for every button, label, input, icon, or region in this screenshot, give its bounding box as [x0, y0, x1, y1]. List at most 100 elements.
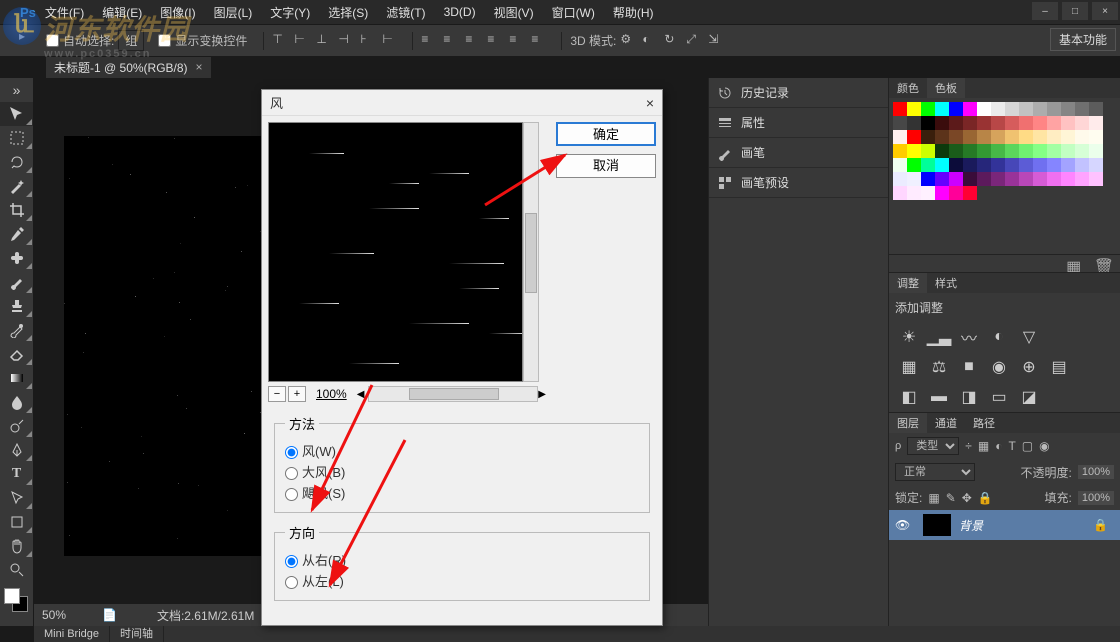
- 3d-icon-1[interactable]: ⚙: [620, 32, 638, 50]
- direction-left[interactable]: 从左(L): [285, 571, 639, 590]
- swatch-cell[interactable]: [935, 186, 949, 200]
- swatch-cell[interactable]: [977, 102, 991, 116]
- lock-move-icon[interactable]: ✥: [962, 491, 972, 505]
- align-vcenter-icon[interactable]: ⊢: [294, 32, 312, 50]
- adj-invert-icon[interactable]: ◧: [899, 388, 919, 406]
- swatch-cell[interactable]: [907, 116, 921, 130]
- hand-tool[interactable]: [0, 534, 33, 558]
- swatch-cell[interactable]: [935, 158, 949, 172]
- swatch-cell[interactable]: [893, 186, 907, 200]
- swatch-cell[interactable]: [1075, 144, 1089, 158]
- swatch-cell[interactable]: [1047, 158, 1061, 172]
- method-blast-radio[interactable]: [285, 467, 298, 480]
- method-wind[interactable]: 风(W): [285, 441, 639, 460]
- eraser-tool[interactable]: [0, 342, 33, 366]
- menu-filter[interactable]: 滤镜(T): [377, 4, 434, 21]
- align-bottom-icon[interactable]: ⊥: [316, 32, 334, 50]
- preview-vscroll[interactable]: [523, 122, 539, 382]
- swatch-cell[interactable]: [991, 172, 1005, 186]
- blend-mode-select[interactable]: 正常: [895, 463, 975, 481]
- preview-hscroll[interactable]: [368, 386, 538, 402]
- swatch-cell[interactable]: [1047, 172, 1061, 186]
- swatch-cell[interactable]: [1047, 116, 1061, 130]
- swatch-cell[interactable]: [1033, 172, 1047, 186]
- direction-right[interactable]: 从右(R): [285, 550, 639, 569]
- swatch-cell[interactable]: [963, 172, 977, 186]
- shape-tool[interactable]: [0, 510, 33, 534]
- swatch-cell[interactable]: [1061, 116, 1075, 130]
- panel-history[interactable]: 历史记录: [709, 78, 888, 108]
- swatch-cell[interactable]: [977, 172, 991, 186]
- swatch-cell[interactable]: [1075, 130, 1089, 144]
- filter-pixel-icon[interactable]: ▦: [978, 439, 989, 453]
- menu-3d[interactable]: 3D(D): [435, 5, 485, 19]
- swatch-cell[interactable]: [963, 130, 977, 144]
- swatch-cell[interactable]: [1033, 144, 1047, 158]
- filter-type-icon[interactable]: T: [1008, 439, 1015, 453]
- 3d-icon-3[interactable]: ↻: [664, 32, 682, 50]
- adj-hue-icon[interactable]: ▦: [899, 358, 919, 376]
- zoom-in-button[interactable]: +: [288, 386, 306, 402]
- adj-exposure-icon[interactable]: ◐: [989, 328, 1009, 346]
- filter-shape-icon[interactable]: ▢: [1022, 439, 1033, 453]
- swatch-cell[interactable]: [1089, 158, 1103, 172]
- swatch-cell[interactable]: [977, 158, 991, 172]
- window-close-button[interactable]: ×: [1092, 2, 1118, 20]
- swatch-cell[interactable]: [1089, 144, 1103, 158]
- swatch-cell[interactable]: [1033, 130, 1047, 144]
- swatch-cell[interactable]: [991, 116, 1005, 130]
- dist-6-icon[interactable]: ≡: [531, 32, 549, 50]
- swatch-cell[interactable]: [1075, 172, 1089, 186]
- fill-value[interactable]: 100%: [1078, 491, 1114, 505]
- menu-image[interactable]: 图像(I): [151, 4, 204, 21]
- cancel-button[interactable]: 取消: [556, 154, 656, 178]
- auto-select-checkbox[interactable]: [46, 34, 59, 47]
- swatch-cell[interactable]: [1089, 102, 1103, 116]
- align-left-icon[interactable]: ⊣: [338, 32, 356, 50]
- adj-mixer-icon[interactable]: ⊕: [1019, 358, 1039, 376]
- marquee-tool[interactable]: [0, 126, 33, 150]
- swatch-cell[interactable]: [935, 130, 949, 144]
- dialog-preview[interactable]: [268, 122, 523, 382]
- swatch-cell[interactable]: [907, 102, 921, 116]
- gradient-tool[interactable]: [0, 366, 33, 390]
- filter-adj-icon[interactable]: ◐: [995, 439, 1002, 453]
- swatch-cell[interactable]: [921, 102, 935, 116]
- direction-left-radio[interactable]: [285, 576, 298, 589]
- swatch-cell[interactable]: [991, 144, 1005, 158]
- swatch-cell[interactable]: [893, 116, 907, 130]
- method-stagger[interactable]: 飓风(S): [285, 483, 639, 502]
- swatch-cell[interactable]: [1005, 172, 1019, 186]
- swatches-grid[interactable]: [889, 98, 1120, 204]
- tab-channels[interactable]: 通道: [927, 413, 965, 433]
- window-maximize-button[interactable]: □: [1062, 2, 1088, 20]
- workspace-button[interactable]: 基本功能: [1050, 28, 1116, 51]
- swatch-cell[interactable]: [1005, 130, 1019, 144]
- dodge-tool[interactable]: [0, 414, 33, 438]
- swatch-cell[interactable]: [1019, 172, 1033, 186]
- swatch-cell[interactable]: [1019, 116, 1033, 130]
- lock-transparent-icon[interactable]: ▦: [928, 491, 939, 505]
- tab-timeline[interactable]: 时间轴: [110, 626, 164, 642]
- swatch-cell[interactable]: [963, 102, 977, 116]
- swatch-cell[interactable]: [977, 116, 991, 130]
- tab-swatches[interactable]: 色板: [927, 78, 965, 98]
- swatch-cell[interactable]: [1089, 172, 1103, 186]
- swatch-cell[interactable]: [893, 158, 907, 172]
- panel-properties[interactable]: 属性: [709, 108, 888, 138]
- swatch-cell[interactable]: [893, 102, 907, 116]
- swatch-cell[interactable]: [963, 186, 977, 200]
- path-select-tool[interactable]: [0, 486, 33, 510]
- swatch-cell[interactable]: [907, 144, 921, 158]
- panel-brush-presets[interactable]: 画笔预设: [709, 168, 888, 198]
- crop-tool[interactable]: [0, 198, 33, 222]
- eyedropper-tool[interactable]: [0, 222, 33, 246]
- zoom-out-button[interactable]: −: [268, 386, 286, 402]
- dialog-close-icon[interactable]: ×: [646, 95, 654, 111]
- adj-curves-icon[interactable]: 〰: [959, 328, 979, 346]
- lock-paint-icon[interactable]: ✎: [946, 491, 956, 505]
- swatch-cell[interactable]: [1061, 172, 1075, 186]
- swatch-cell[interactable]: [907, 130, 921, 144]
- status-zoom[interactable]: 50%: [42, 608, 102, 622]
- blur-tool[interactable]: [0, 390, 33, 414]
